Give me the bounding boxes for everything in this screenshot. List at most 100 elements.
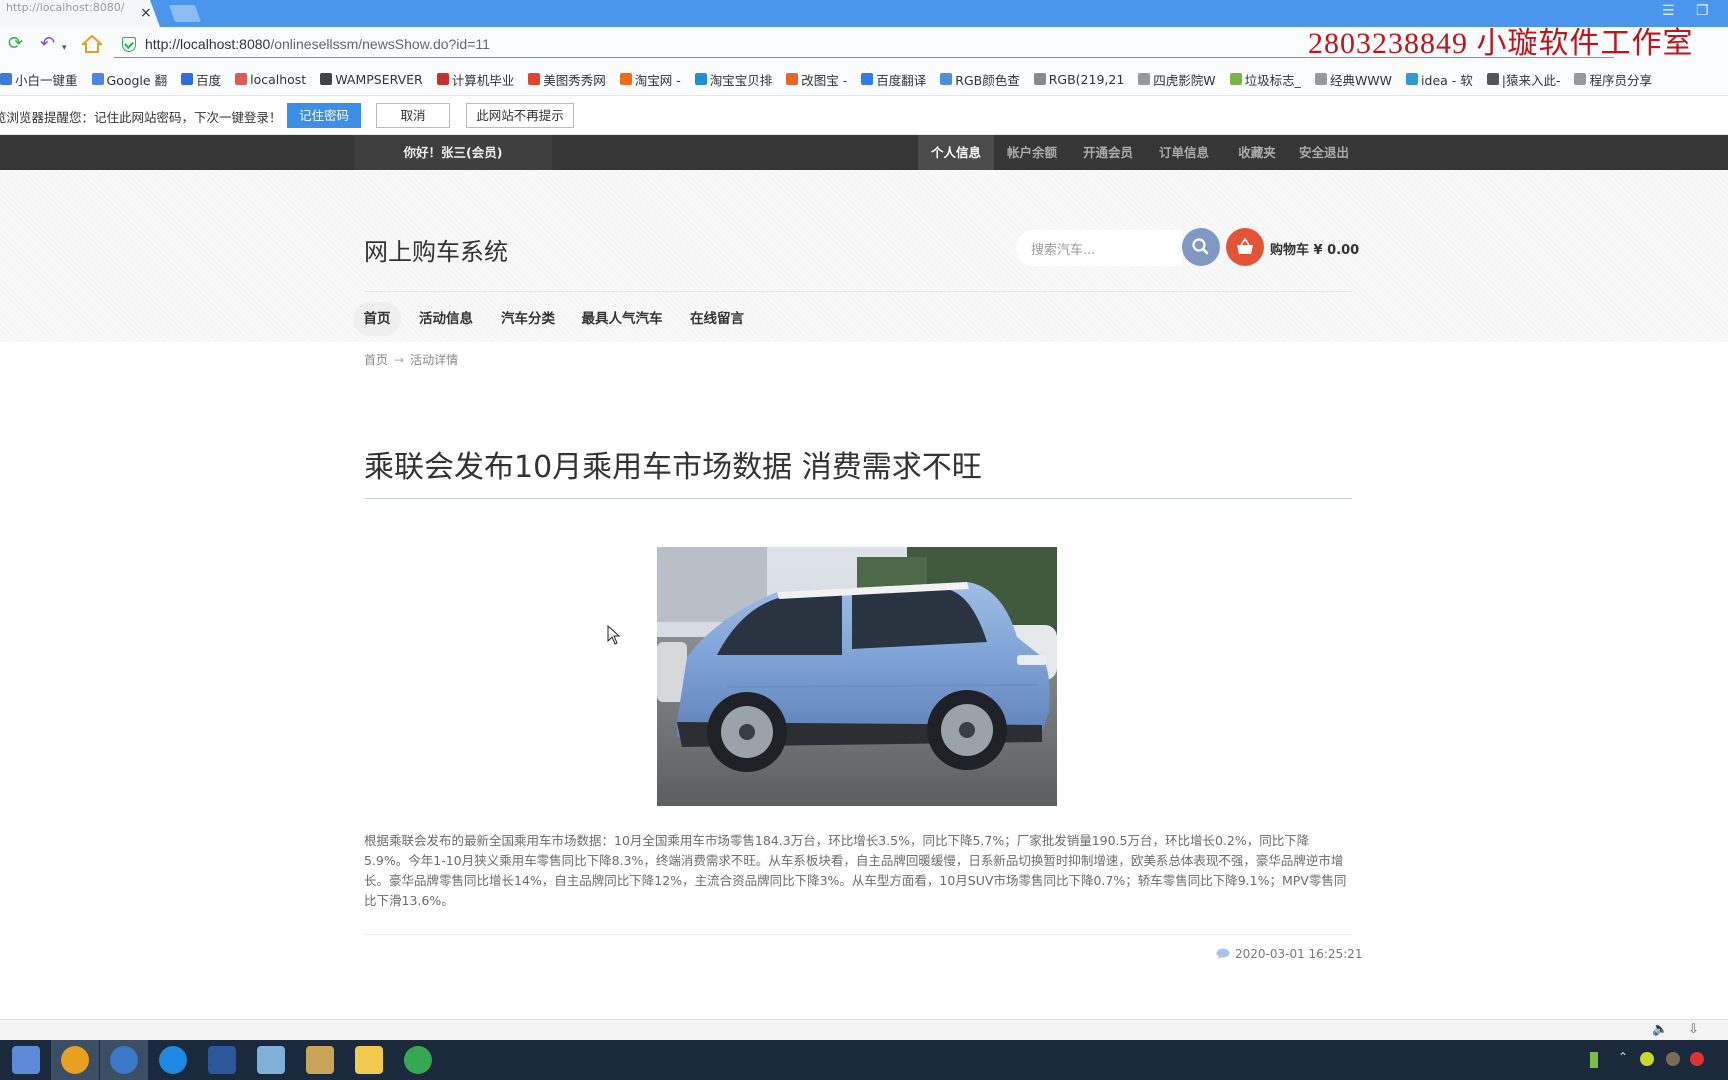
tray-chevron-icon[interactable]: ⌃ bbox=[1618, 1050, 1628, 1064]
sogou-browser-icon[interactable] bbox=[110, 1046, 138, 1074]
article-body: 根据乘联会发布的最新全国乘用车市场数据：10月全国乘用车市场零售184.3万台，… bbox=[364, 833, 1347, 908]
bookmark-item[interactable]: 改图宝 - bbox=[786, 70, 847, 89]
bookmark-label: RGB(219,21 bbox=[1048, 71, 1125, 87]
bookmark-label: 百度 bbox=[196, 72, 222, 88]
bookmark-favicon-icon bbox=[861, 73, 874, 85]
bookmark-label: RGB颜色查 bbox=[955, 72, 1020, 88]
app-icon-archive[interactable] bbox=[306, 1046, 334, 1074]
bookmark-item[interactable]: 计算机毕业 bbox=[436, 70, 514, 89]
nav-home[interactable]: 首页 bbox=[353, 302, 401, 336]
bookmark-item[interactable]: RGB颜色查 bbox=[940, 70, 1020, 89]
teamviewer-icon[interactable] bbox=[159, 1046, 187, 1074]
user-greeting: 你好！张三(会员) bbox=[354, 135, 552, 170]
header-divider bbox=[364, 291, 1352, 292]
topnav-membership[interactable]: 开通会员 bbox=[1070, 135, 1146, 170]
bookmark-item[interactable]: 美图秀秀网 bbox=[528, 70, 606, 89]
bookmark-favicon-icon bbox=[786, 73, 799, 85]
bookmark-item[interactable]: idea - 软 bbox=[1406, 70, 1473, 89]
restore-window-icon[interactable]: ❐ bbox=[1696, 3, 1709, 19]
mouse-cursor-icon bbox=[607, 624, 621, 649]
bookmark-label: 四虎影院W bbox=[1153, 72, 1216, 88]
home-icon[interactable] bbox=[80, 34, 104, 57]
url-host: http://localhost:8080 bbox=[145, 36, 271, 52]
topnav-personal-info[interactable]: 个人信息 bbox=[918, 135, 994, 170]
bookmark-item[interactable]: |猿来入此- bbox=[1486, 70, 1561, 89]
article-car-image bbox=[657, 547, 1057, 806]
breadcrumb-separator: → bbox=[394, 353, 405, 367]
bookmark-item[interactable]: 百度翻译 bbox=[861, 70, 926, 89]
search-button[interactable] bbox=[1182, 228, 1220, 266]
url-text[interactable]: http://localhost:8080/onlinesellssm/news… bbox=[145, 36, 490, 52]
breadcrumb-home[interactable]: 首页 bbox=[364, 353, 388, 367]
secure-shield-icon bbox=[122, 37, 136, 52]
bookmark-item[interactable]: 经典WWW bbox=[1314, 70, 1393, 89]
bookmark-item[interactable]: RGB(219,21 bbox=[1033, 71, 1125, 87]
never-prompt-button[interactable]: 此网站不再提示 bbox=[466, 103, 574, 128]
bookmark-label: 小白一键重 bbox=[15, 72, 78, 88]
bookmark-item[interactable]: 垃圾标志_ bbox=[1229, 70, 1301, 89]
tray-app-icon[interactable] bbox=[1640, 1052, 1654, 1066]
cart-button[interactable] bbox=[1226, 228, 1264, 266]
bookmark-item[interactable]: localhost bbox=[235, 72, 306, 87]
tray-app-icon-3[interactable] bbox=[1690, 1052, 1704, 1066]
refresh-icon[interactable]: ⟳ bbox=[8, 34, 23, 54]
bookmark-label: 经典WWW bbox=[1329, 72, 1393, 88]
notepad-icon[interactable] bbox=[257, 1046, 285, 1074]
nav-activities[interactable]: 活动信息 bbox=[410, 302, 482, 336]
cancel-button[interactable]: 取消 bbox=[376, 103, 450, 128]
tab-title: http://localhost:8080/ 活动详情 bbox=[6, 2, 126, 14]
bookmark-label: Google 翻 bbox=[106, 72, 168, 88]
bookmark-favicon-icon bbox=[619, 73, 632, 85]
nav-car-categories[interactable]: 汽车分类 bbox=[492, 302, 564, 336]
title-divider bbox=[364, 498, 1352, 499]
bookmark-label: 淘宝宝贝排 bbox=[709, 72, 773, 88]
app-icon-green[interactable] bbox=[404, 1046, 432, 1074]
breadcrumb: 首页 → 活动详情 bbox=[364, 351, 458, 368]
word-icon[interactable] bbox=[208, 1046, 236, 1074]
bookmark-favicon-icon bbox=[235, 73, 248, 85]
back-dropdown-icon[interactable]: ▾ bbox=[62, 38, 67, 58]
bookmark-label: WAMPSERVER bbox=[335, 71, 423, 87]
nav-messages[interactable]: 在线留言 bbox=[680, 302, 754, 336]
bookmark-item[interactable]: 四虎影院W bbox=[1138, 70, 1216, 89]
body-divider bbox=[364, 934, 1352, 935]
nav-popular-cars[interactable]: 最具人气汽车 bbox=[576, 302, 668, 336]
bookmarks-bar: 小白一键重 Google 翻 百度 localhost WAMPSERVER 计算机毕业 美… bbox=[0, 63, 1728, 96]
bookmark-favicon-icon bbox=[1314, 73, 1327, 85]
bookmark-item[interactable]: Google 翻 bbox=[91, 70, 168, 89]
bookmark-label: |猿来入此- bbox=[1501, 72, 1561, 88]
site-top-nav bbox=[0, 135, 1728, 170]
bookmark-item[interactable]: 程序员分享 bbox=[1574, 70, 1652, 89]
remember-password-button[interactable]: 记住密码 bbox=[287, 103, 361, 128]
bookmark-item[interactable]: 小白一键重 bbox=[0, 70, 78, 89]
bookmark-item[interactable]: 淘宝宝贝排 bbox=[694, 70, 773, 89]
topnav-orders[interactable]: 订单信息 bbox=[1146, 135, 1222, 170]
topnav-logout[interactable]: 安全退出 bbox=[1292, 135, 1356, 170]
bookmark-item[interactable]: 淘宝网 - bbox=[619, 70, 681, 89]
article-title: 乘联会发布10月乘用车市场数据 消费需求不旺 bbox=[364, 450, 982, 485]
site-name[interactable]: 网上购车系统 bbox=[364, 232, 508, 267]
topnav-favorites[interactable]: 收藏夹 bbox=[1222, 135, 1292, 170]
url-path: /onlinesellssm/newsShow.do?id=11 bbox=[270, 36, 490, 52]
bookmark-label: 淘宝网 - bbox=[634, 72, 681, 88]
file-explorer-icon[interactable] bbox=[355, 1046, 383, 1074]
battery-icon[interactable] bbox=[1590, 1052, 1598, 1068]
menu-icon[interactable]: ☰ bbox=[1662, 3, 1675, 19]
bookmark-favicon-icon bbox=[694, 73, 707, 85]
bookmark-item[interactable]: 百度 bbox=[181, 70, 221, 89]
comment-icon bbox=[1216, 948, 1230, 959]
download-icon[interactable]: ⇩ bbox=[1688, 1022, 1699, 1037]
bookmark-item[interactable]: WAMPSERVER bbox=[320, 72, 423, 87]
cart-total[interactable]: 购物车 ¥ 0.00 bbox=[1270, 239, 1359, 258]
bookmark-favicon-icon bbox=[1229, 73, 1242, 85]
back-icon[interactable]: ↶ bbox=[40, 34, 55, 54]
bookmark-label: 改图宝 - bbox=[801, 72, 848, 88]
topnav-account-balance[interactable]: 帐户余额 bbox=[994, 135, 1070, 170]
bookmark-favicon-icon bbox=[528, 73, 541, 85]
tray-app-icon-2[interactable] bbox=[1666, 1052, 1680, 1066]
volume-icon[interactable]: 🔈 bbox=[1652, 1022, 1668, 1037]
tab-close-icon[interactable]: × bbox=[140, 5, 152, 21]
qq-icon[interactable] bbox=[61, 1046, 89, 1074]
app-icon-1[interactable] bbox=[12, 1046, 40, 1074]
article-meta: 2020-03-01 16:25:21 bbox=[1216, 947, 1362, 961]
